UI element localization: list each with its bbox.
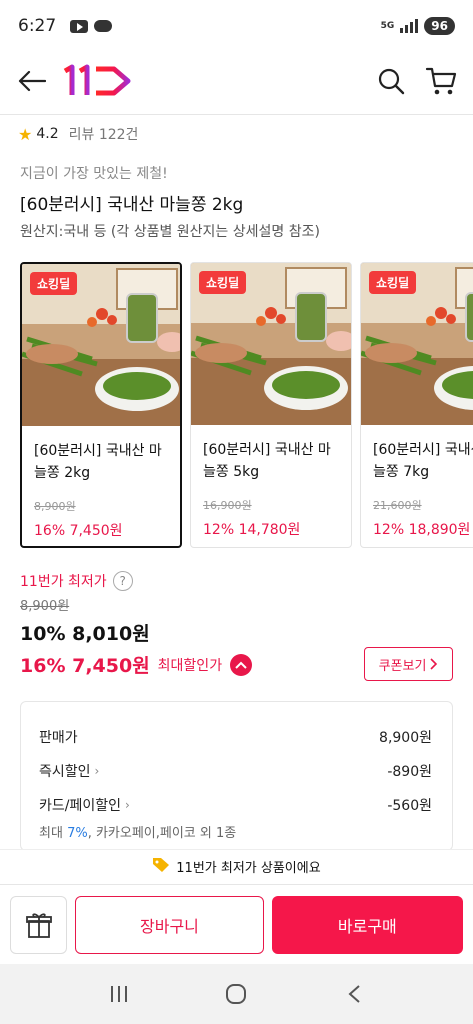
status-bar: 6:27 5G 96 <box>0 0 473 52</box>
origin-text: 원산지:국내 등 (각 상품별 원산지는 상세설명 참조) <box>20 224 320 240</box>
option-price: 12% 18,890원 <box>373 522 471 538</box>
back-arrow-icon[interactable] <box>16 65 48 97</box>
promo-text: 지금이 가장 맛있는 제철! <box>20 166 168 182</box>
breakdown-row: 판매가 8,900원 <box>39 720 432 754</box>
product-title: [60분러시] 국내산 마늘쫑 2kg <box>20 195 244 215</box>
chevron-right-icon <box>430 658 438 670</box>
option-original-price: 21,600원 <box>373 499 422 512</box>
coupon-label: 쿠폰보기 <box>378 658 427 674</box>
breakdown-value: 8,900원 <box>379 730 432 746</box>
banner-text: 11번가 최저가 상품이에요 <box>176 861 321 876</box>
lowest-price-label: 11번가 최저가 ? <box>20 571 133 591</box>
product-image: 쇼킹딜 <box>361 263 473 425</box>
option-name: [60분러시] 국내산 마늘쫑 5kg <box>203 442 331 480</box>
option-name: [60분러시] 국내산 마늘쫑 7kg <box>373 442 473 480</box>
price-breakdown: 판매가 8,900원 즉시할인 › -890원 카드/페이할인 › -560원 최대 7%, … <box>20 701 453 851</box>
gift-icon <box>25 912 52 938</box>
max-discount-row[interactable]: 16% 7,450원 최대할인가 <box>20 651 253 678</box>
rating-value: 4.2 <box>36 126 59 142</box>
shocking-deal-badge: 쇼킹딜 <box>199 271 247 294</box>
chevron-right-icon: › <box>94 764 100 778</box>
star-icon: ★ <box>18 124 33 144</box>
chevron-up-icon[interactable] <box>230 653 253 676</box>
option-card-3[interactable]: 쇼킹딜 [60분러시] 국내산 마늘쫑 7kg 21,600원 12% 18,8… <box>360 262 473 548</box>
status-time: 6:27 <box>18 16 57 36</box>
signal-icon <box>400 19 419 33</box>
review-count-link[interactable]: 리뷰 122건 <box>69 124 139 144</box>
option-original-price: 8,900원 <box>34 500 76 513</box>
network-label: 5G <box>380 20 395 31</box>
lowest-price-text: 11번가 최저가 <box>20 574 107 590</box>
product-image: 쇼킹딜 <box>191 263 351 425</box>
option-carousel[interactable]: 쇼킹딜 [60분러시] 국내산 마늘쫑 2kg 8,900원 16% 7,450… <box>20 262 473 552</box>
product-image: 쇼킹딜 <box>22 264 180 426</box>
breakdown-label: 판매가 <box>39 730 78 746</box>
gift-button[interactable] <box>10 895 68 954</box>
discount-note: 최대 7%, 카카오페이,페이코 외 1종 <box>39 826 237 841</box>
sale-price: 10% 8,010원 <box>20 623 150 645</box>
header-divider <box>0 114 473 115</box>
breakdown-row[interactable]: 즉시할인 › -890원 <box>39 754 432 788</box>
recent-apps-icon[interactable] <box>99 974 139 1014</box>
breakdown-value: -560원 <box>387 798 432 814</box>
buy-now-button[interactable]: 바로구매 <box>271 895 463 954</box>
shocking-deal-badge: 쇼킹딜 <box>369 271 417 294</box>
home-icon[interactable] <box>216 974 256 1014</box>
option-name: [60분러시] 국내산 마늘쫑 2kg <box>34 443 162 481</box>
search-icon[interactable] <box>375 65 407 97</box>
option-card-2[interactable]: 쇼킹딜 [60분러시] 국내산 마늘쫑 5kg 16,900원 12% 14,7… <box>190 262 352 548</box>
youtube-icon <box>70 19 89 33</box>
chevron-right-icon: › <box>125 798 130 812</box>
app-header <box>0 56 473 106</box>
coupon-button[interactable]: 쿠폰보기 <box>364 647 453 681</box>
breakdown-row[interactable]: 카드/페이할인 › -560원 <box>39 788 432 822</box>
add-to-cart-button[interactable]: 장바구니 <box>75 895 264 954</box>
help-icon[interactable]: ? <box>112 571 133 591</box>
option-original-price: 16,900원 <box>203 499 252 512</box>
price-tag-icon <box>152 857 170 877</box>
shocking-deal-badge: 쇼킹딜 <box>30 272 78 295</box>
eleven-street-logo[interactable] <box>62 63 134 99</box>
max-discount-label: 최대할인가 <box>157 657 223 674</box>
rating-row: ★ 4.2 리뷰 122건 <box>18 124 138 144</box>
breakdown-label: 즉시할인 <box>39 764 91 780</box>
breakdown-value: -890원 <box>387 764 432 780</box>
option-price: 16% 7,450원 <box>34 523 123 539</box>
original-price: 8,900원 <box>20 599 70 614</box>
option-price: 12% 14,780원 <box>203 522 301 538</box>
breakdown-label: 카드/페이할인 <box>39 798 121 814</box>
system-back-icon[interactable] <box>334 974 374 1014</box>
system-nav-bar <box>0 964 473 1024</box>
lowest-price-banner: 11번가 최저가 상품이에요 <box>0 849 473 883</box>
notification-icon <box>94 20 113 32</box>
bottom-action-bar: 장바구니 바로구매 <box>0 884 473 964</box>
cart-icon[interactable] <box>425 65 457 97</box>
option-card-1[interactable]: 쇼킹딜 [60분러시] 국내산 마늘쫑 2kg 8,900원 16% 7,450… <box>20 262 182 548</box>
max-discount-price: 16% 7,450원 <box>20 655 150 677</box>
battery-badge: 96 <box>424 17 455 35</box>
